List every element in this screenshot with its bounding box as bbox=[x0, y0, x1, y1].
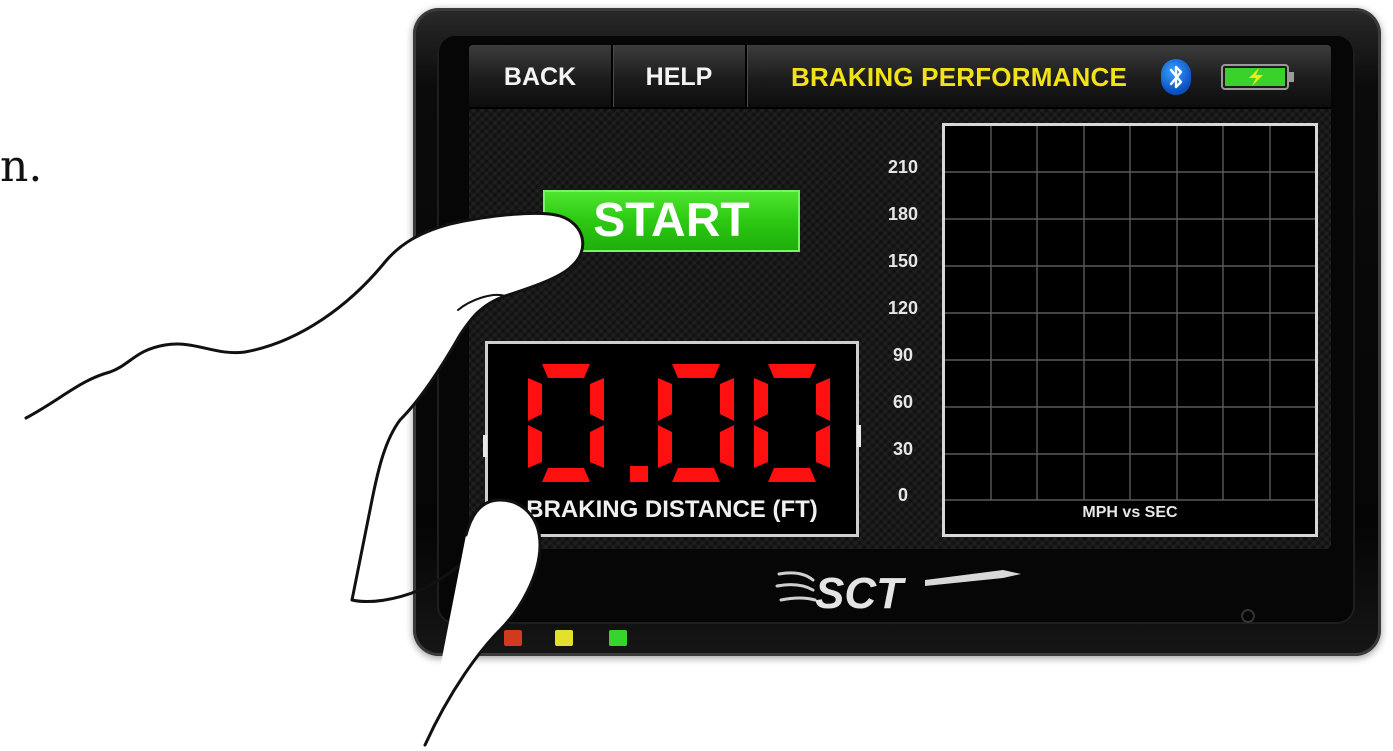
digit-segment bbox=[672, 364, 720, 378]
digit-segment bbox=[754, 378, 768, 421]
status-led-red bbox=[504, 630, 522, 646]
digit-segment bbox=[720, 425, 734, 468]
readout-tick-left bbox=[483, 435, 487, 457]
y-tick-label: 180 bbox=[887, 204, 919, 224]
margin-text: n. bbox=[0, 141, 43, 192]
braking-distance-value bbox=[488, 354, 856, 494]
digit-segment bbox=[542, 468, 590, 482]
digit-segment bbox=[816, 425, 830, 468]
digit-segment bbox=[720, 378, 734, 421]
digit-segment bbox=[542, 364, 590, 378]
digit-segment bbox=[768, 364, 816, 378]
y-tick-label: 30 bbox=[892, 439, 914, 459]
graph-grid bbox=[945, 126, 1315, 501]
digit-segment bbox=[816, 378, 830, 421]
logo-text: SCT bbox=[815, 569, 906, 618]
y-tick-label: 120 bbox=[887, 298, 919, 318]
power-indicator bbox=[1241, 609, 1255, 623]
digit-segment bbox=[658, 378, 672, 421]
digit-segment bbox=[590, 425, 604, 468]
y-tick-label: 210 bbox=[887, 157, 919, 177]
sct-logo: SCT bbox=[775, 560, 1025, 620]
back-button[interactable]: BACK bbox=[469, 45, 613, 107]
digit-segment bbox=[590, 378, 604, 421]
battery-charging-icon bbox=[1221, 64, 1295, 90]
device-screen: BACK HELP BRAKING PERFORMANCE START BRAK… bbox=[469, 45, 1331, 549]
y-tick-label: 150 bbox=[887, 251, 919, 271]
digit-segment bbox=[528, 425, 542, 468]
y-tick-label: 90 bbox=[892, 345, 914, 365]
digit-segment bbox=[768, 468, 816, 482]
decimal-point bbox=[630, 466, 648, 482]
status-led-yellow bbox=[555, 630, 573, 646]
status-led-green bbox=[609, 630, 627, 646]
digit-segment bbox=[658, 425, 672, 468]
graph-caption: MPH vs SEC bbox=[1082, 504, 1178, 521]
start-button[interactable]: START bbox=[543, 190, 800, 252]
top-bar: BACK HELP BRAKING PERFORMANCE bbox=[469, 45, 1331, 109]
help-button[interactable]: HELP bbox=[613, 45, 747, 107]
bluetooth-icon bbox=[1161, 59, 1191, 95]
digit-segment bbox=[754, 425, 768, 468]
digit-segment bbox=[528, 378, 542, 421]
y-tick-label: 60 bbox=[892, 392, 914, 412]
y-tick-label: 0 bbox=[897, 485, 908, 505]
speed-graph: MPH vs SEC bbox=[942, 123, 1318, 537]
braking-distance-readout: BRAKING DISTANCE (FT) bbox=[485, 341, 859, 537]
screen-title: BRAKING PERFORMANCE bbox=[791, 62, 1128, 92]
braking-distance-label: BRAKING DISTANCE (FT) bbox=[526, 496, 818, 523]
readout-tick-right bbox=[857, 425, 861, 447]
digit-segment bbox=[672, 468, 720, 482]
